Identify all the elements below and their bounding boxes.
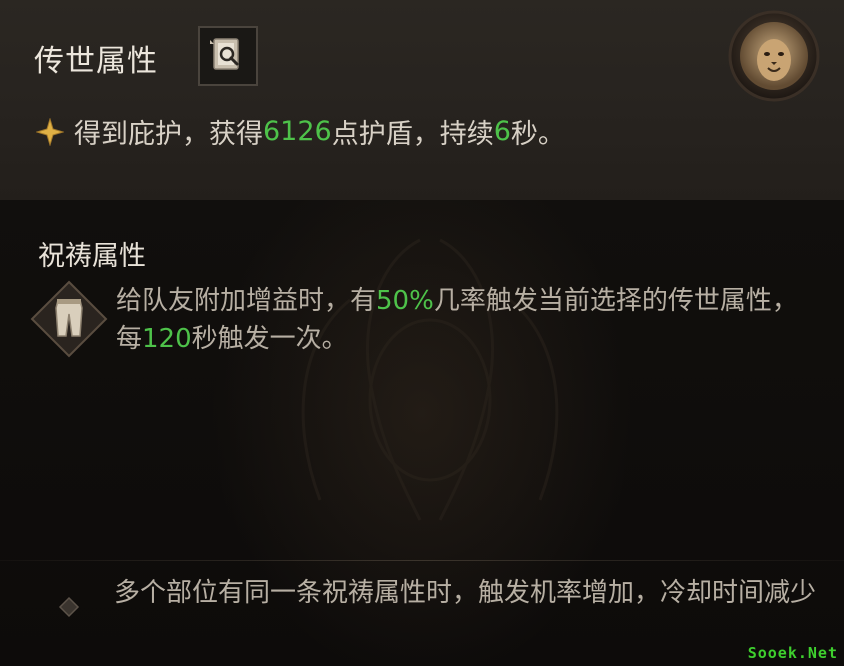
- chance-value: 50%: [376, 286, 434, 316]
- pants-icon: [30, 280, 108, 358]
- duration-value: 6: [493, 116, 511, 147]
- watermark: Sooek.Net: [747, 644, 838, 662]
- note-text: 多个部位有同一条祝祷属性时，触发机率增加，冷却时间减少: [114, 578, 817, 608]
- prayer-text-3: 秒触发一次。: [191, 324, 348, 354]
- legendary-section: 传世属性 得到庇护，获得 6126 点护盾，持续 6 秒。: [0, 0, 844, 200]
- codex-search-button[interactable]: [198, 26, 258, 86]
- effect-text-suffix: 秒。: [510, 119, 565, 150]
- shield-value: 6126: [263, 116, 332, 147]
- divider: [0, 560, 844, 561]
- cooldown-value: 120: [142, 324, 192, 354]
- item-tooltip: 传世属性 得到庇护，获得 6126 点护盾，持续 6 秒。 祝祷属性 给队友附加…: [0, 0, 844, 666]
- effect-text-mid: 点护盾，持续: [331, 119, 494, 150]
- codex-search-icon: [210, 38, 239, 70]
- gold-star-icon: [36, 117, 64, 146]
- prayer-title: 祝祷属性: [38, 241, 146, 272]
- legendary-title: 传世属性: [34, 44, 158, 79]
- effect-text-prefix: 得到庇护，获得: [74, 119, 263, 150]
- prayer-text-1: 给队友附加增益时，有: [116, 286, 377, 316]
- legendary-effect: 得到庇护，获得 6126 点护盾，持续 6 秒。: [36, 112, 565, 151]
- prayer-description: 给队友附加增益时，有50%几率触发当前选择的传世属性，每120秒触发一次。: [116, 282, 816, 358]
- diamond-bullet-icon: [58, 596, 80, 618]
- lion-crest-icon: [728, 10, 820, 102]
